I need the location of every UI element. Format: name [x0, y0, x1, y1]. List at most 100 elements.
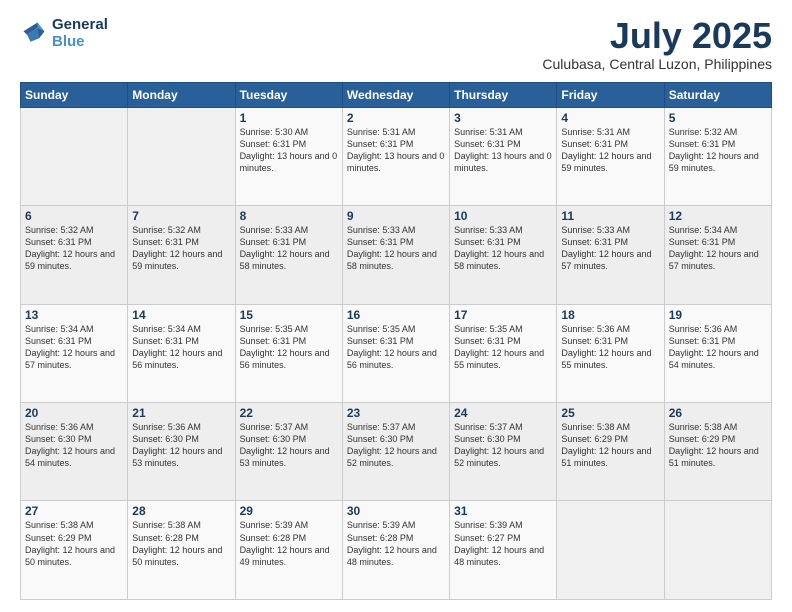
day-info: Sunrise: 5:33 AMSunset: 6:31 PMDaylight:…	[454, 224, 552, 273]
day-info: Sunrise: 5:32 AMSunset: 6:31 PMDaylight:…	[132, 224, 230, 273]
day-info: Sunrise: 5:31 AMSunset: 6:31 PMDaylight:…	[561, 126, 659, 175]
day-info: Sunrise: 5:33 AMSunset: 6:31 PMDaylight:…	[347, 224, 445, 273]
day-info: Sunrise: 5:31 AMSunset: 6:31 PMDaylight:…	[454, 126, 552, 175]
weekday-header-thursday: Thursday	[450, 82, 557, 107]
day-number: 13	[25, 308, 123, 322]
day-number: 28	[132, 504, 230, 518]
weekday-header-wednesday: Wednesday	[342, 82, 449, 107]
day-number: 2	[347, 111, 445, 125]
day-number: 29	[240, 504, 338, 518]
calendar-cell: 14Sunrise: 5:34 AMSunset: 6:31 PMDayligh…	[128, 304, 235, 402]
day-info: Sunrise: 5:34 AMSunset: 6:31 PMDaylight:…	[132, 323, 230, 372]
day-number: 23	[347, 406, 445, 420]
day-info: Sunrise: 5:34 AMSunset: 6:31 PMDaylight:…	[25, 323, 123, 372]
day-number: 20	[25, 406, 123, 420]
calendar-cell: 23Sunrise: 5:37 AMSunset: 6:30 PMDayligh…	[342, 403, 449, 501]
calendar-cell: 10Sunrise: 5:33 AMSunset: 6:31 PMDayligh…	[450, 206, 557, 304]
day-info: Sunrise: 5:38 AMSunset: 6:29 PMDaylight:…	[25, 519, 123, 568]
week-row-1: 1Sunrise: 5:30 AMSunset: 6:31 PMDaylight…	[21, 107, 772, 205]
calendar-cell: 31Sunrise: 5:39 AMSunset: 6:27 PMDayligh…	[450, 501, 557, 600]
weekday-header-monday: Monday	[128, 82, 235, 107]
day-number: 8	[240, 209, 338, 223]
day-info: Sunrise: 5:35 AMSunset: 6:31 PMDaylight:…	[347, 323, 445, 372]
day-number: 18	[561, 308, 659, 322]
calendar-cell: 30Sunrise: 5:39 AMSunset: 6:28 PMDayligh…	[342, 501, 449, 600]
day-info: Sunrise: 5:39 AMSunset: 6:28 PMDaylight:…	[240, 519, 338, 568]
day-number: 31	[454, 504, 552, 518]
calendar-cell: 22Sunrise: 5:37 AMSunset: 6:30 PMDayligh…	[235, 403, 342, 501]
subtitle: Culubasa, Central Luzon, Philippines	[542, 56, 772, 72]
day-number: 16	[347, 308, 445, 322]
day-number: 17	[454, 308, 552, 322]
calendar-cell: 17Sunrise: 5:35 AMSunset: 6:31 PMDayligh…	[450, 304, 557, 402]
week-row-2: 6Sunrise: 5:32 AMSunset: 6:31 PMDaylight…	[21, 206, 772, 304]
day-number: 27	[25, 504, 123, 518]
day-info: Sunrise: 5:36 AMSunset: 6:30 PMDaylight:…	[132, 421, 230, 470]
calendar-table: SundayMondayTuesdayWednesdayThursdayFrid…	[20, 82, 772, 600]
day-info: Sunrise: 5:38 AMSunset: 6:29 PMDaylight:…	[669, 421, 767, 470]
day-info: Sunrise: 5:36 AMSunset: 6:31 PMDaylight:…	[669, 323, 767, 372]
day-number: 15	[240, 308, 338, 322]
calendar-cell: 7Sunrise: 5:32 AMSunset: 6:31 PMDaylight…	[128, 206, 235, 304]
day-info: Sunrise: 5:30 AMSunset: 6:31 PMDaylight:…	[240, 126, 338, 175]
day-info: Sunrise: 5:34 AMSunset: 6:31 PMDaylight:…	[669, 224, 767, 273]
main-title: July 2025	[542, 16, 772, 56]
calendar-cell: 2Sunrise: 5:31 AMSunset: 6:31 PMDaylight…	[342, 107, 449, 205]
weekday-header-tuesday: Tuesday	[235, 82, 342, 107]
day-number: 4	[561, 111, 659, 125]
calendar-cell: 25Sunrise: 5:38 AMSunset: 6:29 PMDayligh…	[557, 403, 664, 501]
header: General Blue July 2025 Culubasa, Central…	[20, 16, 772, 72]
day-number: 30	[347, 504, 445, 518]
day-info: Sunrise: 5:32 AMSunset: 6:31 PMDaylight:…	[25, 224, 123, 273]
day-number: 9	[347, 209, 445, 223]
week-row-4: 20Sunrise: 5:36 AMSunset: 6:30 PMDayligh…	[21, 403, 772, 501]
calendar-cell: 21Sunrise: 5:36 AMSunset: 6:30 PMDayligh…	[128, 403, 235, 501]
calendar-cell	[21, 107, 128, 205]
day-number: 26	[669, 406, 767, 420]
day-number: 24	[454, 406, 552, 420]
day-number: 11	[561, 209, 659, 223]
week-row-5: 27Sunrise: 5:38 AMSunset: 6:29 PMDayligh…	[21, 501, 772, 600]
day-number: 6	[25, 209, 123, 223]
day-number: 22	[240, 406, 338, 420]
day-info: Sunrise: 5:39 AMSunset: 6:27 PMDaylight:…	[454, 519, 552, 568]
calendar-cell: 6Sunrise: 5:32 AMSunset: 6:31 PMDaylight…	[21, 206, 128, 304]
day-number: 10	[454, 209, 552, 223]
day-info: Sunrise: 5:39 AMSunset: 6:28 PMDaylight:…	[347, 519, 445, 568]
day-info: Sunrise: 5:32 AMSunset: 6:31 PMDaylight:…	[669, 126, 767, 175]
logo-text: General Blue	[52, 16, 108, 51]
day-info: Sunrise: 5:38 AMSunset: 6:28 PMDaylight:…	[132, 519, 230, 568]
day-info: Sunrise: 5:36 AMSunset: 6:30 PMDaylight:…	[25, 421, 123, 470]
day-info: Sunrise: 5:35 AMSunset: 6:31 PMDaylight:…	[240, 323, 338, 372]
weekday-header-sunday: Sunday	[21, 82, 128, 107]
calendar-cell: 3Sunrise: 5:31 AMSunset: 6:31 PMDaylight…	[450, 107, 557, 205]
calendar-cell: 15Sunrise: 5:35 AMSunset: 6:31 PMDayligh…	[235, 304, 342, 402]
day-info: Sunrise: 5:36 AMSunset: 6:31 PMDaylight:…	[561, 323, 659, 372]
day-info: Sunrise: 5:31 AMSunset: 6:31 PMDaylight:…	[347, 126, 445, 175]
day-number: 7	[132, 209, 230, 223]
calendar-cell: 20Sunrise: 5:36 AMSunset: 6:30 PMDayligh…	[21, 403, 128, 501]
logo-icon	[20, 19, 48, 47]
calendar-cell: 5Sunrise: 5:32 AMSunset: 6:31 PMDaylight…	[664, 107, 771, 205]
calendar-cell	[128, 107, 235, 205]
day-number: 1	[240, 111, 338, 125]
calendar-cell: 8Sunrise: 5:33 AMSunset: 6:31 PMDaylight…	[235, 206, 342, 304]
day-number: 25	[561, 406, 659, 420]
calendar-cell: 28Sunrise: 5:38 AMSunset: 6:28 PMDayligh…	[128, 501, 235, 600]
weekday-header-saturday: Saturday	[664, 82, 771, 107]
calendar-cell: 13Sunrise: 5:34 AMSunset: 6:31 PMDayligh…	[21, 304, 128, 402]
day-number: 3	[454, 111, 552, 125]
week-row-3: 13Sunrise: 5:34 AMSunset: 6:31 PMDayligh…	[21, 304, 772, 402]
day-info: Sunrise: 5:37 AMSunset: 6:30 PMDaylight:…	[454, 421, 552, 470]
calendar-cell: 19Sunrise: 5:36 AMSunset: 6:31 PMDayligh…	[664, 304, 771, 402]
day-info: Sunrise: 5:38 AMSunset: 6:29 PMDaylight:…	[561, 421, 659, 470]
day-info: Sunrise: 5:37 AMSunset: 6:30 PMDaylight:…	[347, 421, 445, 470]
calendar-cell: 24Sunrise: 5:37 AMSunset: 6:30 PMDayligh…	[450, 403, 557, 501]
day-info: Sunrise: 5:35 AMSunset: 6:31 PMDaylight:…	[454, 323, 552, 372]
day-info: Sunrise: 5:33 AMSunset: 6:31 PMDaylight:…	[561, 224, 659, 273]
calendar-cell: 29Sunrise: 5:39 AMSunset: 6:28 PMDayligh…	[235, 501, 342, 600]
page: General Blue July 2025 Culubasa, Central…	[0, 0, 792, 612]
calendar-cell: 9Sunrise: 5:33 AMSunset: 6:31 PMDaylight…	[342, 206, 449, 304]
calendar-cell: 12Sunrise: 5:34 AMSunset: 6:31 PMDayligh…	[664, 206, 771, 304]
calendar-cell: 4Sunrise: 5:31 AMSunset: 6:31 PMDaylight…	[557, 107, 664, 205]
